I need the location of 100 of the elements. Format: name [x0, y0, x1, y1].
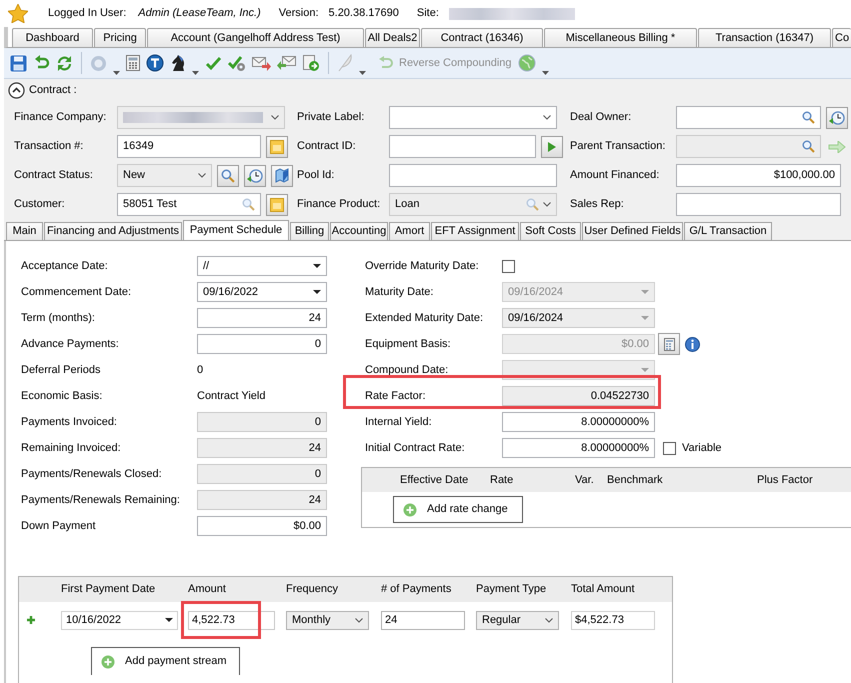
date-picker[interactable]: // — [197, 256, 327, 276]
input-field[interactable]: 4,522.73 — [188, 610, 275, 630]
history-button[interactable] — [826, 106, 848, 128]
input-field[interactable]: 0 — [197, 464, 327, 484]
checkbox[interactable] — [663, 442, 676, 454]
check-gear-icon[interactable] — [228, 54, 246, 72]
chess-knight-icon[interactable] — [170, 54, 186, 72]
tab[interactable]: Transaction (16347) — [698, 28, 831, 47]
plus-circle-icon — [403, 502, 417, 516]
dropdown[interactable]: Monthly — [286, 610, 369, 630]
field-value: 0 — [197, 362, 204, 378]
chevron-down-icon[interactable] — [271, 115, 279, 120]
caret-down-icon[interactable] — [313, 264, 321, 268]
input-field[interactable] — [389, 135, 536, 158]
version-number: 5.20.38.17690 — [328, 6, 399, 22]
tab[interactable]: Amort — [389, 222, 430, 240]
input-field[interactable]: 24 — [197, 490, 327, 510]
document-arrow-icon[interactable] — [302, 54, 320, 72]
field-label: Compound Date: — [365, 362, 450, 378]
history-button[interactable] — [244, 164, 266, 186]
date-picker[interactable]: 10/16/2022 — [61, 610, 178, 630]
date-picker[interactable]: 09/16/2024 — [502, 308, 655, 328]
envelope-arrow-icon[interactable] — [277, 55, 296, 71]
check-icon[interactable] — [205, 54, 222, 72]
column-header: Var. — [575, 472, 595, 488]
add-rate-change-button[interactable]: Add rate change — [393, 496, 523, 523]
chevron-down-icon[interactable] — [545, 618, 553, 622]
tab[interactable]: Billing — [290, 222, 329, 240]
play-button[interactable] — [541, 136, 563, 158]
tab[interactable]: All Deals2 — [365, 28, 420, 47]
dropdown-arrow-icon[interactable] — [359, 71, 366, 76]
tab[interactable]: Financing and Adjustments — [44, 222, 182, 240]
tab[interactable]: Dashboard — [12, 28, 93, 47]
map-flag-icon — [274, 168, 290, 184]
chevron-down-icon[interactable] — [198, 173, 206, 178]
caret-down-icon[interactable] — [165, 618, 173, 622]
tab[interactable]: EFT Assignment — [431, 222, 519, 240]
input-field[interactable] — [389, 164, 557, 187]
tab[interactable]: Miscellaneous Billing * — [544, 28, 697, 47]
chevron-down-icon[interactable] — [543, 202, 551, 207]
save-icon[interactable] — [10, 54, 27, 72]
search-icon[interactable] — [802, 111, 815, 124]
tab[interactable]: Payment Schedule — [183, 220, 289, 240]
dropdown[interactable]: Regular — [476, 610, 559, 630]
search-icon[interactable] — [526, 198, 539, 211]
input-field[interactable]: 0 — [197, 334, 327, 354]
input-field[interactable]: $0.00 — [197, 516, 327, 536]
search-button[interactable] — [217, 164, 239, 186]
input-field[interactable]: 8.00000000% — [502, 412, 655, 432]
field-label: Contract Status: — [14, 168, 94, 184]
input-field[interactable]: 8.00000000% — [502, 438, 655, 458]
field-label: Term (months): — [21, 310, 96, 326]
search-icon[interactable] — [802, 140, 815, 153]
input-field[interactable]: 0 — [197, 412, 327, 432]
tab[interactable]: Accounting — [330, 222, 388, 240]
field-label: Private Label: — [297, 110, 366, 126]
input-field[interactable]: 24 — [197, 308, 327, 328]
input-field[interactable]: 0.04522730 — [502, 386, 655, 406]
lookup-field[interactable]: 58051 Test — [117, 193, 261, 216]
field-label: Contract ID: — [297, 139, 357, 154]
tab[interactable]: Soft Costs — [520, 222, 581, 240]
globe-icon[interactable] — [518, 54, 536, 72]
lookup-dropdown[interactable]: Loan — [389, 193, 557, 216]
field-label: Initial Contract Rate: — [365, 440, 466, 456]
input-field[interactable]: $100,000.00 — [676, 164, 841, 187]
input-field[interactable]: 24 — [197, 438, 327, 458]
field-label: Rate Factor: — [365, 388, 427, 404]
dropdown-arrow-icon[interactable] — [192, 71, 199, 76]
input-field[interactable]: 24 — [381, 610, 465, 630]
lookup-field[interactable] — [676, 106, 821, 129]
tab[interactable]: Contract (16346) — [421, 28, 543, 47]
date-picker[interactable]: 09/16/2022 — [197, 282, 327, 302]
lookup-field[interactable] — [676, 135, 821, 158]
note-button[interactable] — [266, 136, 288, 158]
envelope-arrow-icon[interactable] — [252, 55, 271, 71]
dropdown[interactable]: New — [117, 164, 212, 187]
plus-icon[interactable] — [27, 616, 35, 624]
tab[interactable]: Pricing — [94, 28, 146, 47]
search-icon[interactable] — [242, 198, 255, 211]
tab[interactable]: User Defined Fields — [582, 222, 683, 240]
tab[interactable]: Main — [6, 222, 43, 240]
checkbox[interactable] — [502, 260, 515, 272]
input-field[interactable]: 16349 — [117, 135, 261, 158]
t-circle-icon[interactable] — [146, 54, 164, 72]
flag-button[interactable] — [271, 164, 293, 186]
refresh-icon[interactable] — [56, 54, 73, 72]
chevron-down-icon[interactable] — [355, 618, 363, 622]
tab[interactable]: G/L Transaction — [684, 222, 772, 240]
calculator-icon[interactable] — [126, 55, 140, 71]
tab[interactable]: Co — [832, 28, 851, 47]
chevron-down-icon[interactable] — [543, 115, 551, 120]
note-button[interactable] — [266, 194, 288, 216]
caret-down-icon[interactable] — [313, 290, 321, 294]
tab[interactable]: Account (Gangelhoff Address Test) — [147, 28, 364, 47]
input-field[interactable]: $4,522.73 — [571, 610, 655, 630]
collapse-toggle-icon[interactable] — [8, 82, 25, 98]
input-field[interactable] — [676, 193, 841, 216]
add-payment-stream-button[interactable]: Add payment stream — [91, 647, 240, 675]
dropdown-arrow-icon[interactable] — [542, 71, 549, 76]
dropdown-arrow-icon[interactable] — [113, 71, 120, 76]
